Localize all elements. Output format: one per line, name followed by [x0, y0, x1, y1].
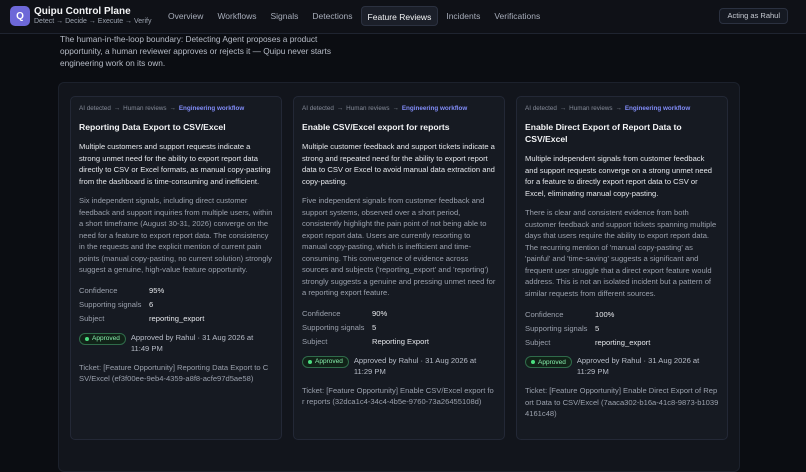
card-detail: Six independent signals, including direc…: [79, 196, 273, 274]
subject-label: Subject: [302, 337, 328, 346]
confidence-value: 95%: [149, 286, 165, 295]
status-label: Approved: [315, 358, 343, 365]
subject-value: Reporting Export: [372, 337, 429, 346]
nav-detections[interactable]: Detections: [306, 6, 358, 26]
confidence-value: 100%: [595, 309, 615, 319]
signals-label: Supporting signals: [79, 300, 142, 309]
top-bar: Q Quipu Control Plane Detect → Decide → …: [0, 0, 806, 34]
logo-letter: Q: [16, 10, 24, 22]
card-detail: There is clear and consistent evidence f…: [525, 208, 717, 298]
card-detail: Five independent signals from customer f…: [302, 196, 496, 297]
card-title: Reporting Data Export to CSV/Excel: [79, 122, 226, 132]
crumb-ai-detected: AI detected: [302, 105, 334, 112]
card-summary: Multiple customer feedback and support t…: [302, 142, 495, 186]
card-summary: Multiple independent signals from custom…: [525, 154, 713, 198]
crumb-human-reviews: Human reviews: [569, 105, 613, 112]
approval-row: Approved Approved by Rahul · 31 Aug 2026…: [79, 332, 273, 354]
card-title: Enable CSV/Excel export for reports: [302, 122, 450, 132]
signals-value: 6: [149, 300, 154, 309]
arrow-right-icon: →: [392, 105, 399, 112]
ticket-link[interactable]: Ticket: [Feature Opportunity] Enable CSV…: [302, 385, 496, 408]
nav-overview[interactable]: Overview: [162, 6, 209, 26]
confidence-label: Confidence: [79, 286, 118, 295]
status-label: Approved: [92, 335, 120, 342]
nav-feature-reviews[interactable]: Feature Reviews: [360, 6, 439, 26]
subject-value: reporting_export: [149, 314, 205, 323]
acting-as-button[interactable]: Acting as Rahul: [719, 8, 788, 24]
crumb-human-reviews: Human reviews: [123, 105, 167, 112]
status-badge: Approved: [302, 355, 349, 368]
subject-label: Subject: [79, 314, 105, 323]
card-summary: Multiple customers and support requests …: [79, 142, 271, 186]
card-meta: Confidence 90% Supporting signals 5 Subjec…: [302, 307, 496, 349]
subject-label: Subject: [525, 337, 551, 347]
status-badge: Approved: [79, 332, 126, 345]
nav-incidents[interactable]: Incidents: [440, 6, 486, 26]
page-intro: The human-in-the-loop boundary: Detectin…: [60, 34, 332, 68]
status-dot-icon: [531, 360, 535, 364]
subject-value: reporting_export: [595, 337, 651, 347]
signals-label: Supporting signals: [525, 323, 588, 333]
ticket-link[interactable]: Ticket: [Feature Opportunity] Enable Dir…: [525, 385, 719, 420]
workflow-breadcrumb: AI detected → Human reviews → Engineering wo…: [302, 105, 496, 115]
confidence-label: Confidence: [525, 309, 564, 319]
crumb-ai-detected: AI detected: [79, 105, 111, 112]
card-title: Enable Direct Export of Report Data to C…: [525, 122, 682, 144]
arrow-right-icon: →: [559, 105, 567, 112]
signals-label: Supporting signals: [302, 323, 365, 332]
ticket-link[interactable]: Ticket: [Feature Opportunity] Reporting …: [79, 362, 273, 385]
signals-value: 5: [372, 323, 377, 332]
app-subtitle: Detect → Decide → Execute → Verify: [34, 18, 152, 25]
approval-row: Approved Approved by Rahul · 31 Aug 2026…: [525, 355, 719, 377]
status-dot-icon: [85, 336, 89, 341]
status-dot-icon: [308, 359, 312, 364]
app-logo[interactable]: Q: [10, 6, 30, 26]
card-meta: Confidence 100% Supporting signals 5 Subje…: [525, 307, 719, 349]
status-badge: Approved: [525, 356, 572, 368]
arrow-right-icon: →: [336, 105, 344, 112]
nav-workflows[interactable]: Workflows: [211, 6, 262, 26]
workflow-breadcrumb: AI detected → Human reviews → Engineering wo…: [79, 105, 273, 115]
main-nav: Overview Workflows Signals Detections Fe…: [162, 6, 546, 26]
crumb-human-reviews: Human reviews: [346, 105, 390, 112]
confidence-label: Confidence: [302, 309, 341, 318]
review-card: AI detected → Human reviews → Engineering wo…: [516, 96, 728, 440]
nav-verifications[interactable]: Verifications: [488, 6, 546, 26]
arrow-right-icon: →: [113, 105, 121, 112]
workflow-breadcrumb: AI detected → Human reviews → Engineering wo…: [525, 105, 719, 115]
card-meta: Confidence 95% Supporting signals 6 Subjec…: [79, 284, 273, 326]
review-card: AI detected → Human reviews → Engineering wo…: [293, 96, 505, 440]
crumb-engineering-workflow: Engineering workflow: [624, 105, 691, 112]
confidence-value: 90%: [372, 309, 388, 318]
approval-row: Approved Approved by Rahul · 31 Aug 2026…: [302, 355, 496, 377]
arrow-right-icon: →: [615, 105, 622, 112]
arrow-right-icon: →: [169, 105, 176, 112]
approved-by: Approved by Rahul · 31 Aug 2026 at 11:29…: [353, 355, 477, 376]
approved-by: Approved by Rahul · 31 Aug 2026 at 11:49…: [130, 332, 254, 353]
status-label: Approved: [538, 358, 566, 366]
review-card: AI detected → Human reviews → Engineering wo…: [70, 96, 282, 440]
approved-by: Approved by Rahul · 31 Aug 2026 at 11:29…: [576, 356, 700, 376]
signals-value: 5: [595, 323, 600, 333]
nav-signals[interactable]: Signals: [264, 6, 304, 26]
crumb-engineering-workflow: Engineering workflow: [401, 105, 468, 112]
app-title: Quipu Control Plane: [34, 6, 131, 17]
crumb-ai-detected: AI detected: [525, 105, 557, 112]
crumb-engineering-workflow: Engineering workflow: [178, 105, 245, 112]
